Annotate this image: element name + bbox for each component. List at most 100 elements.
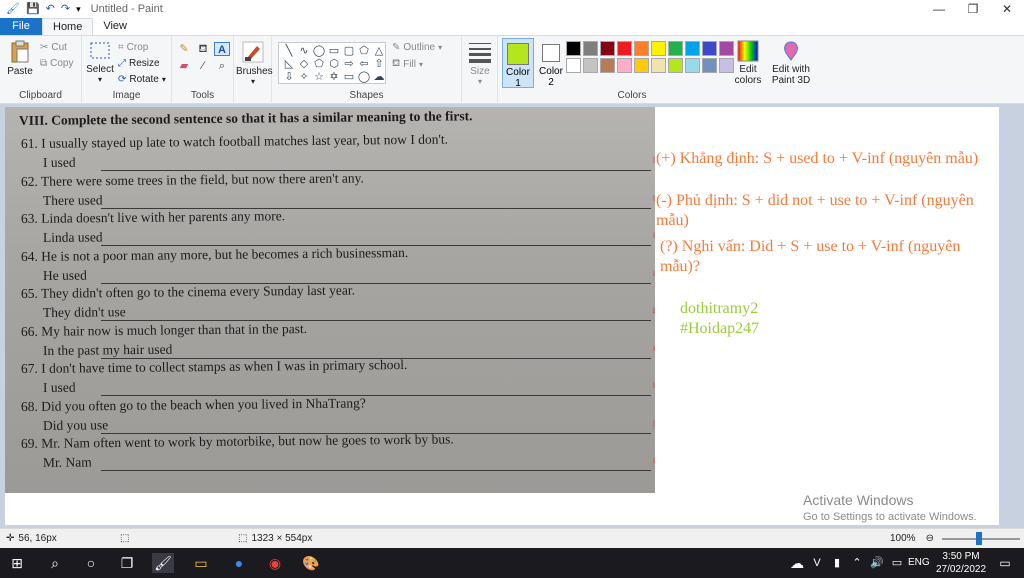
vpn-icon[interactable]: V — [806, 553, 828, 573]
pentagon-shape-icon[interactable]: ⬠ — [312, 58, 326, 71]
callout-shape-icon[interactable]: ▭ — [342, 71, 356, 84]
text-icon[interactable]: A — [214, 42, 230, 56]
file-explorer-icon[interactable]: ▭ — [190, 553, 212, 573]
close-button[interactable]: ✕ — [990, 0, 1024, 18]
color1-selector[interactable]: Color 1 — [502, 38, 534, 89]
paint-taskbar-icon[interactable]: 🖌 — [152, 553, 174, 573]
up-arrow-shape-icon[interactable]: ⇧ — [372, 58, 386, 71]
edit-with-paint3d-button[interactable]: Edit with Paint 3D — [770, 40, 812, 86]
palette-swatch[interactable] — [685, 58, 700, 73]
fill-bucket-icon[interactable]: ⛾ — [195, 42, 211, 56]
zoom-slider[interactable] — [941, 531, 1020, 545]
palette-swatch[interactable] — [600, 58, 615, 73]
rounded-rectangle-shape-icon[interactable]: ▢ — [342, 45, 356, 58]
palette-swatch[interactable] — [668, 58, 683, 73]
task-view-icon[interactable]: ❐ — [116, 553, 138, 573]
notifications-icon[interactable]: ▭ — [994, 553, 1016, 573]
zoom-out-button[interactable]: ⊖ — [926, 529, 934, 548]
palette-swatch[interactable] — [719, 41, 734, 56]
magnifier-icon[interactable]: ⌕ — [214, 59, 230, 73]
cloud-callout-shape-icon[interactable]: ☁ — [372, 71, 386, 84]
size-group[interactable]: Size ▾ — [462, 36, 498, 104]
polygon-shape-icon[interactable]: ⬠ — [357, 45, 371, 58]
redo-icon[interactable]: ↷ — [61, 2, 70, 16]
paint3d-icon — [784, 41, 798, 61]
tray-expand-icon[interactable]: ⌃ — [846, 553, 868, 573]
palette-swatch[interactable] — [566, 58, 581, 73]
palette-swatch[interactable] — [685, 41, 700, 56]
palette-swatch[interactable] — [617, 41, 632, 56]
zalo-icon[interactable]: ● — [228, 553, 250, 573]
right-arrow-shape-icon[interactable]: ⇨ — [342, 58, 356, 71]
left-arrow-shape-icon[interactable]: ⇦ — [357, 58, 371, 71]
resize-button[interactable]: ⤢ Resize — [118, 58, 160, 69]
clock[interactable]: 3:50 PM 27/02/2022 — [932, 550, 990, 576]
network-icon[interactable]: ▭ — [886, 553, 908, 573]
undo-icon[interactable]: ↶ — [46, 2, 55, 16]
cursor-icon: ✛ — [6, 533, 15, 544]
down-arrow-shape-icon[interactable]: ⇩ — [282, 71, 296, 84]
palette-swatch[interactable] — [566, 41, 581, 56]
zoom-slider-thumb[interactable] — [975, 531, 982, 545]
shapes-gallery[interactable]: ╲ ∿ ◯ ▭ ▢ ⬠ △ ◺ ◇ ⬠ ⬡ ⇨ ⇦ ⇧ ⇩ ✧ ☆ ✡ ▭ ◯ … — [278, 42, 386, 84]
tab-file[interactable]: File — [0, 18, 42, 35]
six-point-star-shape-icon[interactable]: ✡ — [327, 71, 341, 84]
palette-swatch[interactable] — [634, 41, 649, 56]
palette-swatch[interactable] — [668, 41, 683, 56]
palette-swatch[interactable] — [583, 58, 598, 73]
colors-label: Colors — [617, 90, 647, 101]
edit-colors-button[interactable]: Edit colors — [734, 40, 762, 86]
palette-swatch[interactable] — [583, 41, 598, 56]
tab-home[interactable]: Home — [42, 18, 94, 35]
palette-swatch[interactable] — [634, 58, 649, 73]
palette-swatch[interactable] — [702, 41, 717, 56]
pencil-icon[interactable]: ✎ — [176, 42, 192, 56]
palette-swatch[interactable] — [600, 41, 615, 56]
start-windows-icon[interactable]: ⊞ — [6, 553, 28, 573]
paint-app-icon[interactable]: 🎨 — [300, 553, 322, 573]
triangle-shape-icon[interactable]: △ — [372, 45, 386, 58]
palette-swatch[interactable] — [651, 41, 666, 56]
four-point-star-shape-icon[interactable]: ✧ — [297, 71, 311, 84]
quick-access-dropdown-icon[interactable]: ▾ — [76, 2, 81, 16]
copy-button[interactable]: ⧉ Copy — [40, 58, 74, 69]
cut-button[interactable]: ✂ Cut — [40, 42, 67, 53]
select-button[interactable]: Select ▾ — [86, 40, 114, 84]
diamond-shape-icon[interactable]: ◇ — [297, 58, 311, 71]
hexagon-shape-icon[interactable]: ⬡ — [327, 58, 341, 71]
minimize-button[interactable]: — — [922, 0, 956, 18]
rectangle-shape-icon[interactable]: ▭ — [327, 45, 341, 58]
palette-swatch[interactable] — [617, 58, 632, 73]
palette-swatch[interactable] — [702, 58, 717, 73]
color2-selector[interactable]: Color 2 — [536, 38, 566, 88]
save-icon[interactable]: 💾 — [26, 2, 40, 16]
cloud-icon[interactable]: ☁ — [786, 553, 808, 573]
chrome-icon[interactable]: ◉ — [264, 553, 286, 573]
right-triangle-shape-icon[interactable]: ◺ — [282, 58, 296, 71]
line-shape-icon[interactable]: ╲ — [282, 45, 296, 58]
activate-windows-subtitle: Go to Settings to activate Windows. — [803, 511, 977, 523]
outline-button[interactable]: ✎ Outline ▾ — [392, 42, 442, 53]
palette-swatch[interactable] — [651, 58, 666, 73]
drawing-canvas[interactable]: VIII. Complete the second sentence so th… — [5, 107, 999, 525]
cortana-icon[interactable]: ○ — [80, 553, 102, 573]
crop-button[interactable]: ⌗ Crop — [118, 42, 148, 53]
input-language[interactable]: ENG — [908, 548, 930, 578]
title-bar: 🖌 💾 ↶ ↷ ▾ Untitled - Paint — ❐ ✕ — [0, 0, 1024, 18]
oval-shape-icon[interactable]: ◯ — [312, 45, 326, 58]
volume-icon[interactable]: 🔊 — [866, 553, 888, 573]
brushes-group[interactable]: Brushes ▾ — [234, 36, 273, 104]
palette-swatch[interactable] — [719, 58, 734, 73]
color-picker-icon[interactable]: ⁄ — [195, 59, 211, 73]
maximize-button[interactable]: ❐ — [956, 0, 990, 18]
battery-icon[interactable]: ▮ — [826, 553, 848, 573]
paste-button[interactable]: Paste — [6, 40, 34, 77]
fill-button[interactable]: ⛾ Fill ▾ — [392, 58, 423, 71]
five-point-star-shape-icon[interactable]: ☆ — [312, 71, 326, 84]
tab-view[interactable]: View — [93, 18, 137, 35]
oval-callout-shape-icon[interactable]: ◯ — [357, 71, 371, 84]
rotate-button[interactable]: ⟳ Rotate ▾ — [118, 74, 166, 85]
search-icon[interactable]: ⌕ — [44, 553, 66, 573]
curve-shape-icon[interactable]: ∿ — [297, 45, 311, 58]
eraser-icon[interactable]: ▰ — [176, 59, 192, 73]
